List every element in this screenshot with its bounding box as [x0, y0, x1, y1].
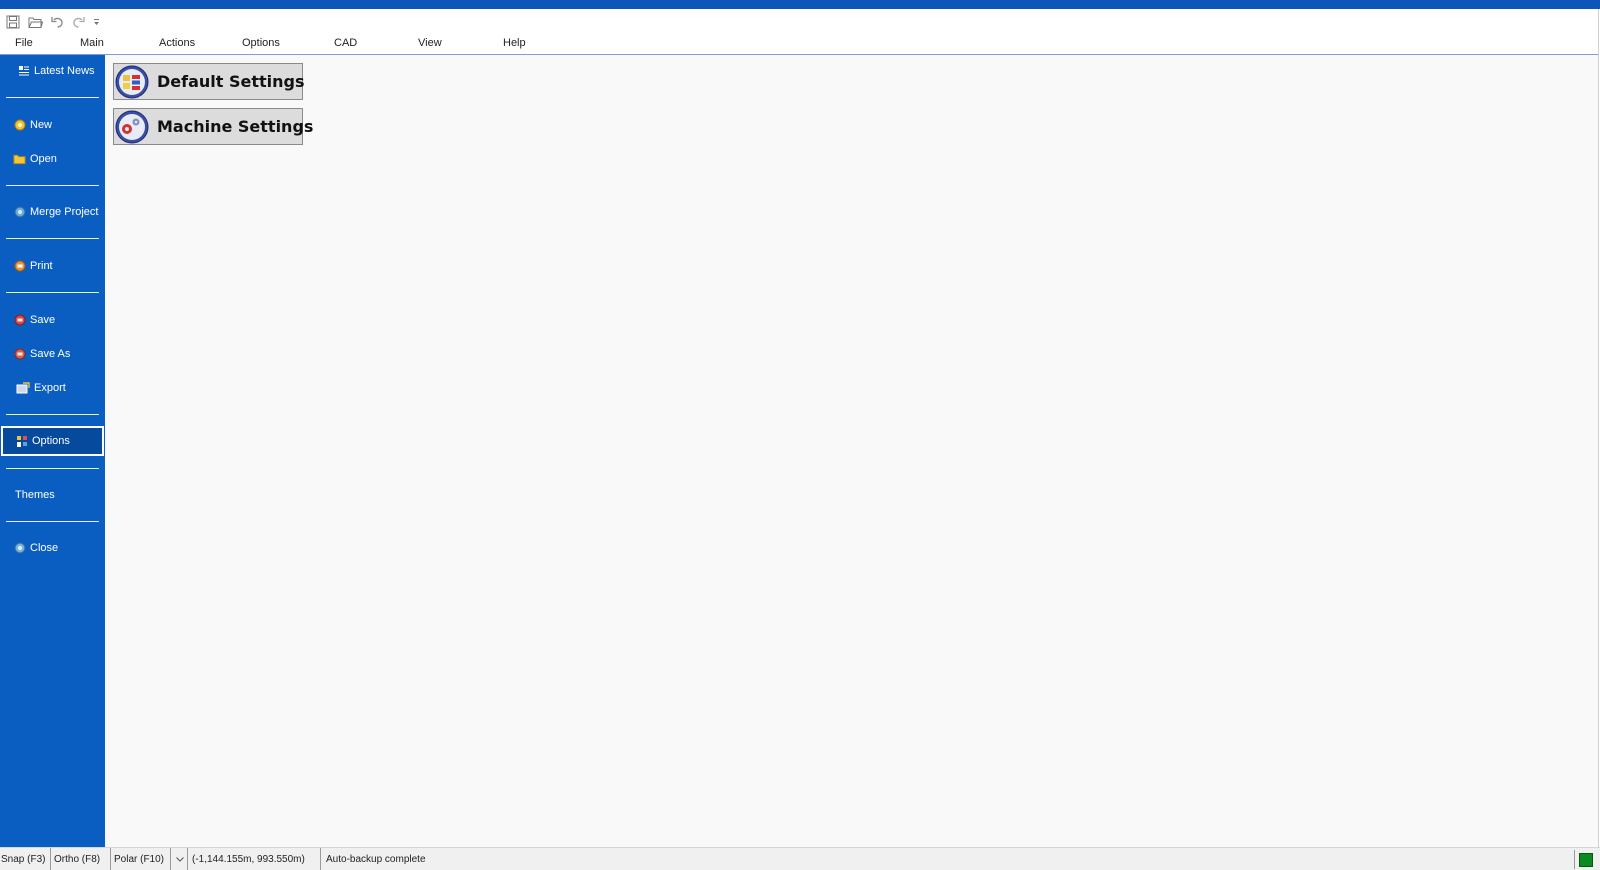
sidebar-divider	[6, 238, 99, 239]
sidebar-item-latest-news[interactable]: Latest News	[0, 58, 105, 84]
status-bar: Snap (F3) Ortho (F8) Polar (F10) (-1,144…	[0, 847, 1600, 870]
machine-settings-icon	[115, 110, 149, 144]
sidebar-item-label: Options	[32, 435, 70, 447]
button-label: Machine Settings	[157, 117, 314, 136]
sidebar-item-label: Open	[30, 153, 57, 165]
sidebar-item-label: New	[30, 119, 53, 131]
options-content-panel: Default Settings Machine Settings	[105, 55, 1598, 847]
quick-access-toolbar	[4, 13, 100, 31]
sidebar-divider	[6, 185, 99, 186]
menu-options[interactable]: Options	[242, 37, 280, 49]
title-bar-strip	[0, 0, 1600, 9]
open-folder-icon[interactable]	[26, 13, 44, 31]
default-settings-button[interactable]: Default Settings	[113, 63, 305, 100]
options-icon	[15, 435, 28, 448]
sidebar-divider	[6, 521, 99, 522]
sidebar-divider	[6, 292, 99, 293]
news-icon	[17, 65, 30, 78]
export-icon	[16, 382, 30, 395]
menu-view[interactable]: View	[418, 37, 442, 49]
ortho-toggle[interactable]: Ortho (F8)	[53, 848, 111, 870]
sidebar-item-label: Print	[30, 260, 53, 272]
sidebar-item-save-as[interactable]: Save As	[0, 341, 105, 367]
sidebar-item-save[interactable]: Save	[0, 307, 105, 333]
sidebar-item-export[interactable]: Export	[0, 375, 105, 401]
sidebar-item-label: Export	[34, 382, 66, 394]
button-label: Default Settings	[157, 72, 305, 91]
print-icon	[13, 260, 26, 273]
status-message: Auto-backup complete	[326, 853, 426, 865]
menu-file[interactable]: File	[15, 37, 33, 49]
snap-toggle[interactable]: Snap (F3)	[0, 848, 51, 870]
sidebar-divider	[6, 468, 99, 469]
menu-actions[interactable]: Actions	[159, 37, 195, 49]
sidebar-item-label: Save As	[30, 348, 71, 360]
sidebar-item-print[interactable]: Print	[0, 253, 105, 279]
undo-icon[interactable]	[48, 13, 66, 31]
sidebar-item-options[interactable]: Options	[1, 426, 104, 456]
sidebar-divider	[6, 414, 99, 415]
open-folder-icon	[13, 153, 26, 166]
menu-cad[interactable]: CAD	[334, 37, 357, 49]
sidebar-item-label: Merge Project	[30, 206, 99, 218]
status-divider	[1574, 850, 1575, 869]
file-backstage-sidebar: Latest News New Open Merge Project Print…	[0, 55, 105, 847]
sidebar-item-label: Close	[30, 542, 59, 554]
menu-help[interactable]: Help	[503, 37, 526, 49]
sidebar-item-open[interactable]: Open	[0, 146, 105, 172]
save-as-icon	[13, 348, 26, 361]
status-indicator	[1579, 853, 1593, 867]
sidebar-item-themes[interactable]: Themes	[0, 482, 105, 508]
machine-settings-button[interactable]: Machine Settings	[113, 108, 313, 145]
new-icon	[13, 119, 26, 132]
coordinates-readout: (-1,144.155m, 993.550m)	[190, 848, 321, 870]
sidebar-item-label: Save	[30, 314, 56, 326]
save-icon[interactable]	[4, 13, 22, 31]
redo-icon[interactable]	[70, 13, 88, 31]
save-icon	[13, 314, 26, 327]
close-icon	[13, 542, 26, 555]
sidebar-item-close[interactable]: Close	[0, 535, 105, 561]
sidebar-item-new[interactable]: New	[0, 112, 105, 138]
application-window: File Main Actions Options CAD View Help …	[0, 0, 1600, 870]
menu-main[interactable]: Main	[80, 37, 104, 49]
menu-bar: File Main Actions Options CAD View Help	[0, 33, 1598, 55]
sidebar-item-label: Latest News	[34, 65, 95, 77]
merge-icon	[13, 206, 26, 219]
polar-toggle[interactable]: Polar (F10)	[113, 848, 171, 870]
sidebar-item-label: Themes	[15, 489, 55, 501]
sidebar-divider	[6, 97, 99, 98]
chevron-down-icon[interactable]	[171, 848, 188, 870]
default-settings-icon	[115, 65, 149, 99]
sidebar-item-merge-project[interactable]: Merge Project	[0, 199, 105, 225]
customize-dropdown-icon[interactable]	[92, 13, 100, 31]
